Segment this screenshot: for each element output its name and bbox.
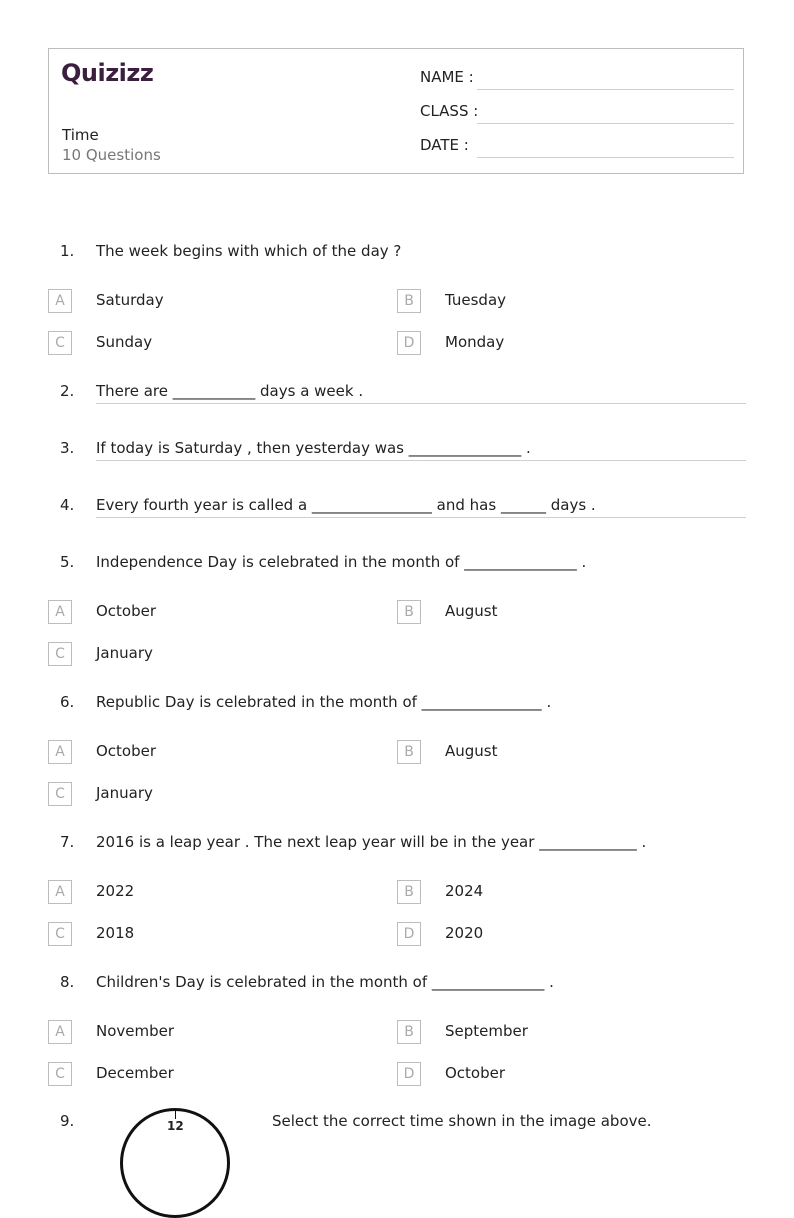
question-number: 5. bbox=[60, 553, 75, 571]
option-letter: B bbox=[397, 289, 421, 313]
question-text: There are ___________ days a week . bbox=[96, 382, 364, 400]
option-text: Sunday bbox=[96, 333, 153, 351]
option-letter: B bbox=[397, 740, 421, 764]
class-input-line[interactable] bbox=[477, 123, 734, 124]
option-letter: A bbox=[48, 880, 72, 904]
option-letter: C bbox=[48, 782, 72, 806]
option-letter: A bbox=[48, 1020, 72, 1044]
question-number: 4. bbox=[60, 496, 75, 514]
clock-tick bbox=[175, 1111, 176, 1119]
option-text: 2018 bbox=[96, 924, 135, 942]
question-text: Children's Day is celebrated in the mont… bbox=[96, 973, 554, 991]
question-number: 7. bbox=[60, 833, 75, 851]
option-letter: B bbox=[397, 880, 421, 904]
name-label: NAME : bbox=[420, 68, 474, 86]
question-text: Every fourth year is called a __________… bbox=[96, 496, 596, 514]
option-letter: A bbox=[48, 600, 72, 624]
option-text: September bbox=[445, 1022, 528, 1040]
question-text: 2016 is a leap year . The next leap year… bbox=[96, 833, 647, 851]
option-text: November bbox=[96, 1022, 175, 1040]
clock-image: 12 bbox=[120, 1108, 230, 1218]
clock-number-12: 12 bbox=[167, 1119, 184, 1133]
option-text: Monday bbox=[445, 333, 505, 351]
name-input-line[interactable] bbox=[477, 89, 734, 90]
question-number: 9. bbox=[60, 1112, 75, 1130]
question-text: Select the correct time shown in the ima… bbox=[272, 1112, 652, 1130]
option-text: October bbox=[96, 742, 157, 760]
question-number: 6. bbox=[60, 693, 75, 711]
option-text: 2020 bbox=[445, 924, 484, 942]
option-text: August bbox=[445, 602, 498, 620]
option-letter: A bbox=[48, 740, 72, 764]
question-text: Independence Day is celebrated in the mo… bbox=[96, 553, 587, 571]
option-letter: D bbox=[397, 331, 421, 355]
answer-line[interactable] bbox=[96, 403, 746, 404]
option-letter: D bbox=[397, 922, 421, 946]
option-letter: B bbox=[397, 1020, 421, 1044]
answer-line[interactable] bbox=[96, 460, 746, 461]
answer-line[interactable] bbox=[96, 517, 746, 518]
option-letter: D bbox=[397, 1062, 421, 1086]
option-letter: A bbox=[48, 289, 72, 313]
option-text: January bbox=[96, 784, 153, 802]
option-letter: C bbox=[48, 331, 72, 355]
option-text: December bbox=[96, 1064, 174, 1082]
name-field[interactable]: NAME : bbox=[420, 68, 734, 90]
class-field[interactable]: CLASS : bbox=[420, 102, 734, 124]
class-label: CLASS : bbox=[420, 102, 479, 120]
option-text: Tuesday bbox=[445, 291, 507, 309]
question-number: 3. bbox=[60, 439, 75, 457]
question-count: 10 Questions bbox=[62, 146, 161, 164]
question-number: 8. bbox=[60, 973, 75, 991]
worksheet-title: Time bbox=[62, 126, 99, 144]
question-text: The week begins with which of the day ? bbox=[96, 242, 402, 260]
date-input-line[interactable] bbox=[477, 157, 734, 158]
option-letter: C bbox=[48, 922, 72, 946]
question-number: 2. bbox=[60, 382, 75, 400]
question-number: 1. bbox=[60, 242, 75, 260]
option-text: 2024 bbox=[445, 882, 484, 900]
option-letter: C bbox=[48, 1062, 72, 1086]
worksheet-header: Quizizz Time 10 Questions NAME : CLASS :… bbox=[48, 48, 744, 174]
question-text: Republic Day is celebrated in the month … bbox=[96, 693, 552, 711]
date-label: DATE : bbox=[420, 136, 469, 154]
question-text: If today is Saturday , then yesterday wa… bbox=[96, 439, 531, 457]
option-text: January bbox=[96, 644, 153, 662]
quizizz-logo: Quizizz bbox=[61, 59, 154, 87]
option-text: October bbox=[96, 602, 157, 620]
date-field[interactable]: DATE : bbox=[420, 136, 734, 158]
option-text: 2022 bbox=[96, 882, 135, 900]
option-letter: C bbox=[48, 642, 72, 666]
option-text: August bbox=[445, 742, 498, 760]
option-text: October bbox=[445, 1064, 506, 1082]
option-text: Saturday bbox=[96, 291, 164, 309]
option-letter: B bbox=[397, 600, 421, 624]
